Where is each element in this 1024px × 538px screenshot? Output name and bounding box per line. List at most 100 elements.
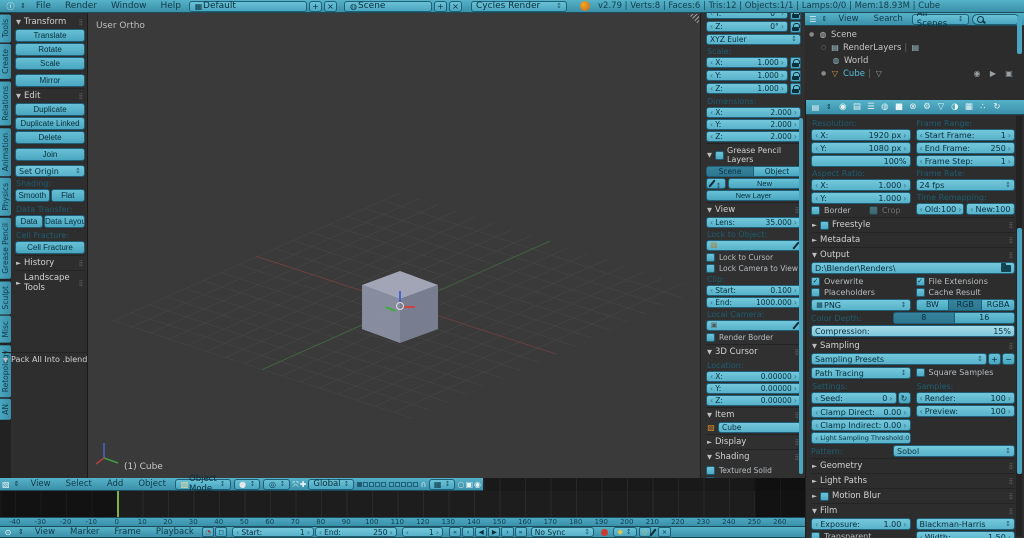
smooth-button[interactable]: Smooth (15, 189, 50, 202)
dimension-field[interactable]: X:2.000 (706, 107, 801, 118)
gp-new-button[interactable]: New (728, 178, 801, 189)
snap-element-dropdown[interactable]: ▦ (428, 478, 456, 490)
timeline-ruler[interactable] (0, 491, 805, 517)
add-scene-button[interactable]: + (434, 0, 448, 12)
animate-seed-button[interactable]: ↻ (897, 392, 911, 404)
tab-texture-icon[interactable]: ▦ (962, 101, 976, 113)
tool-shelf-tab[interactable]: Animation (0, 127, 11, 177)
folder-icon[interactable] (1001, 263, 1011, 272)
dimension-field[interactable]: Z:2.000 (706, 131, 801, 142)
data-button[interactable]: Data (15, 215, 43, 228)
outliner-menu-view[interactable]: View (831, 14, 865, 24)
motion-blur-panel-header[interactable]: ► Motion Blur ⣿ (811, 488, 1015, 503)
current-frame-field[interactable]: 1 (401, 527, 443, 537)
remove-preset-button[interactable]: − (1002, 353, 1015, 365)
transparent-checkbox[interactable] (811, 532, 820, 538)
manipulator-z-axis[interactable] (399, 291, 401, 302)
record-button[interactable] (601, 528, 608, 536)
edit-tool-button[interactable]: Duplicate Linked (15, 117, 85, 130)
transform-panel-header[interactable]: ▼ Transform ⣿ (15, 15, 85, 29)
lock-time-icon[interactable]: ◻ (214, 527, 228, 537)
render-engine-selector[interactable]: Cycles Render (471, 0, 568, 12)
clip-start-field[interactable]: Start:0.100 (706, 285, 801, 296)
sampling-panel-header[interactable]: ▼ Sampling ⣿ (811, 338, 1015, 353)
delete-layout-button[interactable]: × (324, 0, 338, 12)
pattern-dropdown[interactable]: Sobol (893, 445, 1015, 457)
viewport-menu-add[interactable]: Add (100, 479, 130, 489)
manipulator-x-axis[interactable] (404, 306, 415, 308)
remap-new-field[interactable]: New:100 (966, 203, 1015, 215)
local-camera-field[interactable]: ▣ (706, 320, 801, 331)
output-panel-header[interactable]: ▼ Output ⣿ (811, 247, 1015, 262)
gp-brush-dropdown[interactable] (706, 178, 726, 189)
lock-object-field[interactable]: ▧ (706, 240, 801, 251)
expand-dot-icon[interactable]: ○ (821, 44, 827, 51)
tab-scene-icon[interactable]: ☰ (864, 101, 878, 113)
filter-width-field[interactable]: Width:1.50 (915, 531, 1015, 538)
timeline-upper-band[interactable] (483, 478, 805, 491)
outliner-menu-search[interactable]: Search (867, 14, 910, 24)
tool-shelf-tab[interactable]: Physics (0, 178, 11, 216)
properties-scrollbar[interactable] (1017, 228, 1022, 474)
timeline-menu-marker[interactable]: Marker (63, 527, 106, 537)
dimension-field[interactable]: Y:2.000 (706, 119, 801, 130)
crop-checkbox[interactable] (868, 206, 878, 215)
renderability-camera-icon[interactable]: ▣ (1004, 69, 1014, 78)
timeline-end-field[interactable]: End:250 (314, 527, 397, 537)
tab-modifiers-icon[interactable]: ⚙ (920, 101, 934, 113)
editor-selector-arrows[interactable]: ⇕ (20, 2, 26, 10)
timeline-editor-icon[interactable]: ⊙ (2, 527, 14, 538)
set-origin-dropdown[interactable]: Set Origin (15, 165, 85, 177)
outliner-row-renderlayers[interactable]: ○ ▤ RenderLayers | ▤ (805, 41, 1024, 54)
layers-widget-group1[interactable] (357, 481, 387, 487)
clip-end-field[interactable]: End:1000.000 (706, 297, 801, 308)
editor-selector-arrows[interactable]: ⇕ (14, 480, 20, 488)
preview-samples-field[interactable]: Preview:100 (915, 405, 1015, 417)
sampling-presets-dropdown[interactable]: Sampling Presets (811, 353, 987, 365)
motion-blur-checkbox[interactable] (820, 491, 829, 501)
expand-dot-icon[interactable]: ● (809, 31, 815, 38)
lock-camera-checkbox[interactable] (706, 264, 715, 273)
data-layout-button[interactable]: Data Layout (44, 215, 85, 228)
resolution-x-field[interactable]: X:1920 px (811, 129, 911, 141)
jump-next-keyframe-button[interactable]: › (501, 527, 514, 537)
item-panel-header[interactable]: ▼ Item ⣿ (706, 407, 801, 422)
lock-icon[interactable] (790, 83, 801, 95)
tool-shelf-tab[interactable]: Grease Pencil (0, 217, 11, 279)
tool-shelf-tab[interactable]: Sculpt (0, 280, 11, 315)
file-extensions-checkbox[interactable]: ✓ (915, 277, 925, 286)
pivot-point-dropdown[interactable]: ◎ (263, 478, 291, 490)
transform-tool-button[interactable]: Translate (15, 29, 85, 42)
aspect-x-field[interactable]: X:1.000 (811, 179, 911, 191)
edit-tool-button[interactable]: Delete (15, 131, 85, 144)
transform-orientation-dropdown[interactable]: Global (308, 478, 355, 490)
jump-prev-keyframe-button[interactable]: ‹ (462, 527, 475, 537)
info-editor-icon[interactable]: ⓘ (4, 1, 17, 12)
history-panel-header[interactable]: ► History ⣿ (15, 255, 85, 270)
remap-old-field[interactable]: Old:100 (915, 203, 965, 215)
geometry-panel-header[interactable]: ► Geometry ⣿ (811, 458, 1015, 473)
editor-selector-arrows[interactable]: ⇕ (826, 103, 832, 111)
3d-cursor-panel-header[interactable]: ▼ 3D Cursor ⣿ (706, 344, 801, 359)
exposure-field[interactable]: Exposure:1.00 (811, 518, 911, 530)
file-format-dropdown[interactable]: ▦ PNG (811, 299, 911, 311)
object-name-field[interactable]: Cube (718, 422, 801, 433)
use-preview-range-icon[interactable]: ◔ (201, 527, 214, 537)
tab-object-icon[interactable]: ■ (892, 101, 906, 113)
viewport-menu-object[interactable]: Object (131, 479, 173, 489)
film-panel-header[interactable]: ▼ Film ⣿ (811, 503, 1015, 518)
keying-set-dropdown[interactable]: ◆ (612, 527, 637, 537)
resolution-y-field[interactable]: Y:1080 px (811, 142, 911, 154)
delete-scene-button[interactable]: × (449, 0, 463, 12)
outliner-search-input[interactable] (971, 13, 1020, 25)
tool-shelf-tab[interactable]: AN (0, 398, 11, 420)
outliner-row-world[interactable]: ◍ World (805, 54, 1024, 67)
cursor-location-field[interactable]: Z:0.00000 (706, 395, 801, 406)
play-reverse-button[interactable]: ◀ (475, 527, 488, 537)
jump-to-start-button[interactable]: « (448, 527, 462, 537)
outliner-row-scene[interactable]: ● ◍ Scene (805, 28, 1024, 41)
cursor-location-field[interactable]: X:0.00000 (706, 371, 801, 382)
resolution-percent-field[interactable]: 100% (811, 155, 911, 167)
placeholders-checkbox[interactable] (811, 288, 820, 297)
lock-icon[interactable] (790, 21, 801, 33)
